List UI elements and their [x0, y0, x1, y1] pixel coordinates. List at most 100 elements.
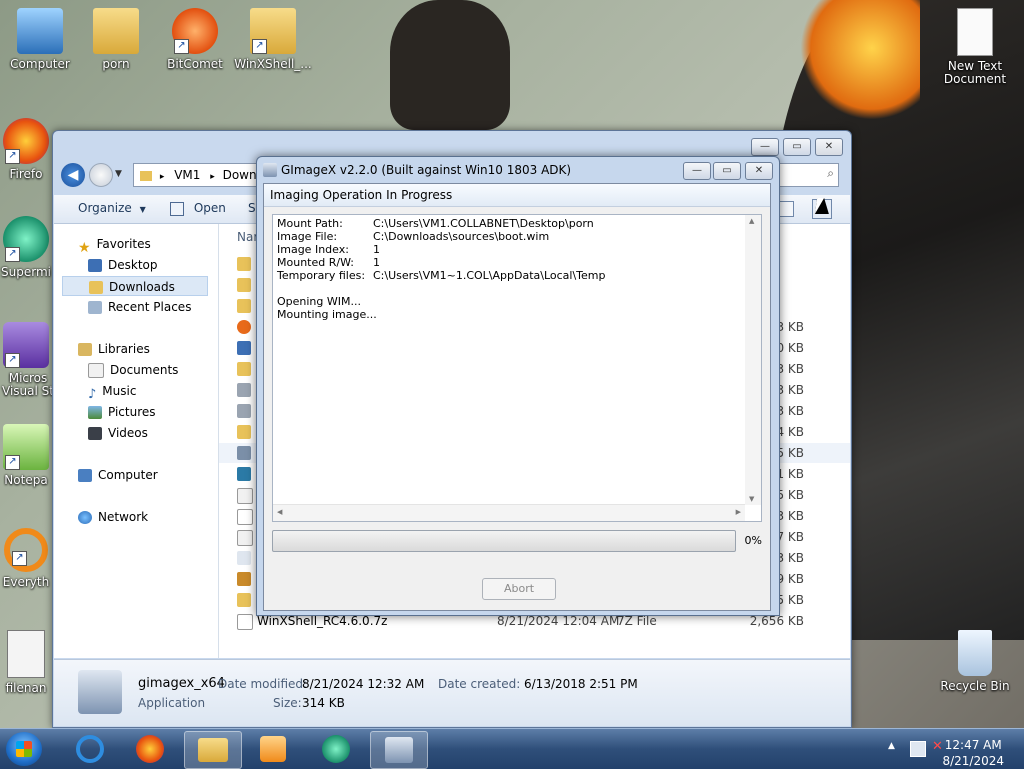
nav-downloads[interactable]: Downloads — [62, 276, 208, 296]
network-status-icon[interactable] — [910, 741, 926, 757]
operation-log[interactable]: Mount Path: C:\Users\VM1.COLLABNET\Deskt… — [272, 214, 762, 522]
scroll-down-arrow-icon[interactable]: ▼ — [749, 495, 754, 503]
gimagex-dialog: GImageX v2.2.0 (Built against Win10 1803… — [256, 156, 780, 616]
supermium-icon — [322, 735, 350, 763]
recent-pages-chevron-icon[interactable]: ▼ — [115, 169, 122, 179]
desktop-icon-recycle-bin[interactable]: Recycle Bin — [935, 630, 1015, 693]
file-size: 1 KB — [776, 467, 804, 481]
nav-libraries[interactable]: Libraries — [78, 339, 150, 359]
log-label: Mounted R/W: — [277, 256, 355, 269]
log-value: C:\Downloads\sources\boot.wim — [373, 230, 550, 243]
start-button[interactable] — [6, 732, 42, 766]
details-modified-value: 8/21/2024 12:32 AM — [302, 677, 425, 691]
log-vertical-scrollbar[interactable]: ▲ ▼ — [745, 215, 761, 505]
log-horizontal-scrollbar[interactable]: ◀ ▶ — [273, 504, 745, 521]
gimagex-title-icon — [263, 163, 277, 177]
gimagex-title: GImageX v2.2.0 (Built against Win10 1803… — [281, 163, 572, 177]
explorer-maximize-button[interactable]: ▭ — [783, 138, 811, 156]
address-bar[interactable]: ▸ VM1 ▸ Downlo — [133, 163, 271, 187]
progress-panel: Imaging Operation In Progress Mount Path… — [263, 183, 771, 611]
desktop-icon-winxshell[interactable]: ↗ WinXShell_... — [233, 8, 313, 71]
taskbar-supermium[interactable] — [308, 731, 364, 767]
scroll-right-arrow-icon[interactable]: ▶ — [736, 508, 741, 516]
organize-label: Organize — [78, 201, 132, 215]
scroll-up-arrow-icon[interactable]: ▲ — [749, 217, 754, 225]
taskbar-file-explorer[interactable] — [184, 731, 242, 769]
volume-muted-icon[interactable]: ✕ — [932, 739, 943, 754]
folder-icon — [93, 8, 139, 54]
details-size-value: 314 KB — [302, 696, 345, 710]
wallpaper-cat-shape — [390, 0, 510, 130]
gimagex-close-button[interactable]: ✕ — [745, 162, 773, 180]
file-size: 5 KB — [776, 446, 804, 460]
windows-logo-icon — [16, 741, 32, 757]
log-label: Mount Path: — [277, 217, 343, 230]
breadcrumb-vm1[interactable]: VM1 — [174, 168, 200, 182]
gimagex-maximize-button[interactable]: ▭ — [713, 162, 741, 180]
organize-button[interactable]: Organize ▼ — [78, 201, 146, 215]
log-status: Mounting image... — [277, 308, 377, 321]
nav-computer[interactable]: Computer — [78, 465, 158, 485]
nav-favorites[interactable]: ★ Favorites — [78, 234, 151, 256]
details-file-name: gimagex_x64 — [138, 676, 225, 691]
nav-videos[interactable]: Videos — [88, 423, 148, 443]
nav-recent-places[interactable]: Recent Places — [88, 297, 191, 317]
shortcut-arrow-icon: ↗ — [12, 551, 27, 566]
desktop-icon-computer[interactable]: Computer — [0, 8, 80, 71]
open-label: Open — [193, 201, 226, 215]
open-button[interactable]: Open — [170, 201, 226, 216]
folder-icon — [140, 170, 152, 181]
log-value: 1 — [373, 256, 380, 269]
nav-network[interactable]: Network — [78, 507, 148, 527]
recent-places-icon — [88, 301, 102, 314]
nav-music[interactable]: ♪ Music — [88, 381, 136, 402]
show-hidden-icons-icon[interactable]: ▲ — [888, 741, 895, 751]
preview-pane-icon[interactable] — [778, 201, 794, 217]
desktop-icon-porn-folder[interactable]: porn — [76, 8, 156, 71]
file-size: 0 KB — [776, 341, 804, 355]
explorer-minimize-button[interactable]: — — [751, 138, 779, 156]
clock-date: 8/21/2024 — [942, 754, 1004, 768]
details-pane: gimagex_x64 Application Date modified: 8… — [54, 659, 850, 726]
search-input[interactable]: ⌕ — [777, 163, 839, 187]
breadcrumb-separator: ▸ — [210, 172, 215, 182]
scroll-left-arrow-icon[interactable]: ◀ — [277, 508, 282, 516]
explorer-close-button[interactable]: ✕ — [815, 138, 843, 156]
folder-icon — [237, 362, 251, 376]
internet-explorer-icon — [76, 735, 104, 763]
gimagex-icon — [237, 446, 251, 460]
breadcrumb-separator: ▸ — [159, 172, 165, 182]
log-label: Image File: — [277, 230, 338, 243]
videos-icon — [88, 427, 102, 440]
text-document-icon — [957, 8, 993, 56]
back-arrow-icon[interactable]: ◀ — [61, 163, 85, 187]
desktop-icon-bitcomet[interactable]: ↗ BitComet — [155, 8, 235, 71]
everything-icon: ↗ — [4, 528, 48, 572]
shortcut-arrow-icon: ↗ — [5, 353, 20, 368]
folder-icon — [237, 278, 251, 292]
shortcut-arrow-icon: ↗ — [174, 39, 189, 54]
details-file-type: Application — [138, 696, 206, 710]
gimagex-minimize-button[interactable]: — — [683, 162, 711, 180]
nav-documents[interactable]: Documents — [88, 360, 178, 380]
nav-pictures[interactable]: Pictures — [88, 402, 156, 422]
taskbar-firefox[interactable] — [122, 731, 178, 767]
gimagex-large-icon — [78, 670, 122, 714]
folder-icon — [237, 593, 251, 607]
taskbar-internet-explorer[interactable] — [62, 731, 118, 767]
visual-studio-icon: ↗ — [3, 322, 49, 368]
nav-desktop[interactable]: Desktop — [88, 255, 158, 275]
taskbar-media-player[interactable] — [246, 731, 302, 767]
forward-arrow-icon[interactable] — [89, 163, 113, 187]
search-icon: ⌕ — [827, 166, 834, 180]
log-value: C:\Users\VM1~1.COL\AppData\Local\Temp — [373, 269, 606, 282]
taskbar-clock[interactable]: 12:47 AM 8/21/2024 — [942, 737, 1004, 769]
wallpaper-flame-shape — [800, 0, 920, 120]
log-label: Temporary files: — [277, 269, 366, 282]
system-tray: ▲ ✕ 12:47 AM 8/21/2024 — [870, 733, 1020, 768]
abort-button[interactable]: Abort — [482, 578, 556, 600]
file-size: 3 KB — [776, 404, 804, 418]
shortcut-arrow-icon: ↗ — [5, 455, 20, 470]
taskbar-gimagex[interactable] — [370, 731, 428, 769]
desktop-icon-new-text-document[interactable]: New Text Document — [935, 8, 1015, 86]
